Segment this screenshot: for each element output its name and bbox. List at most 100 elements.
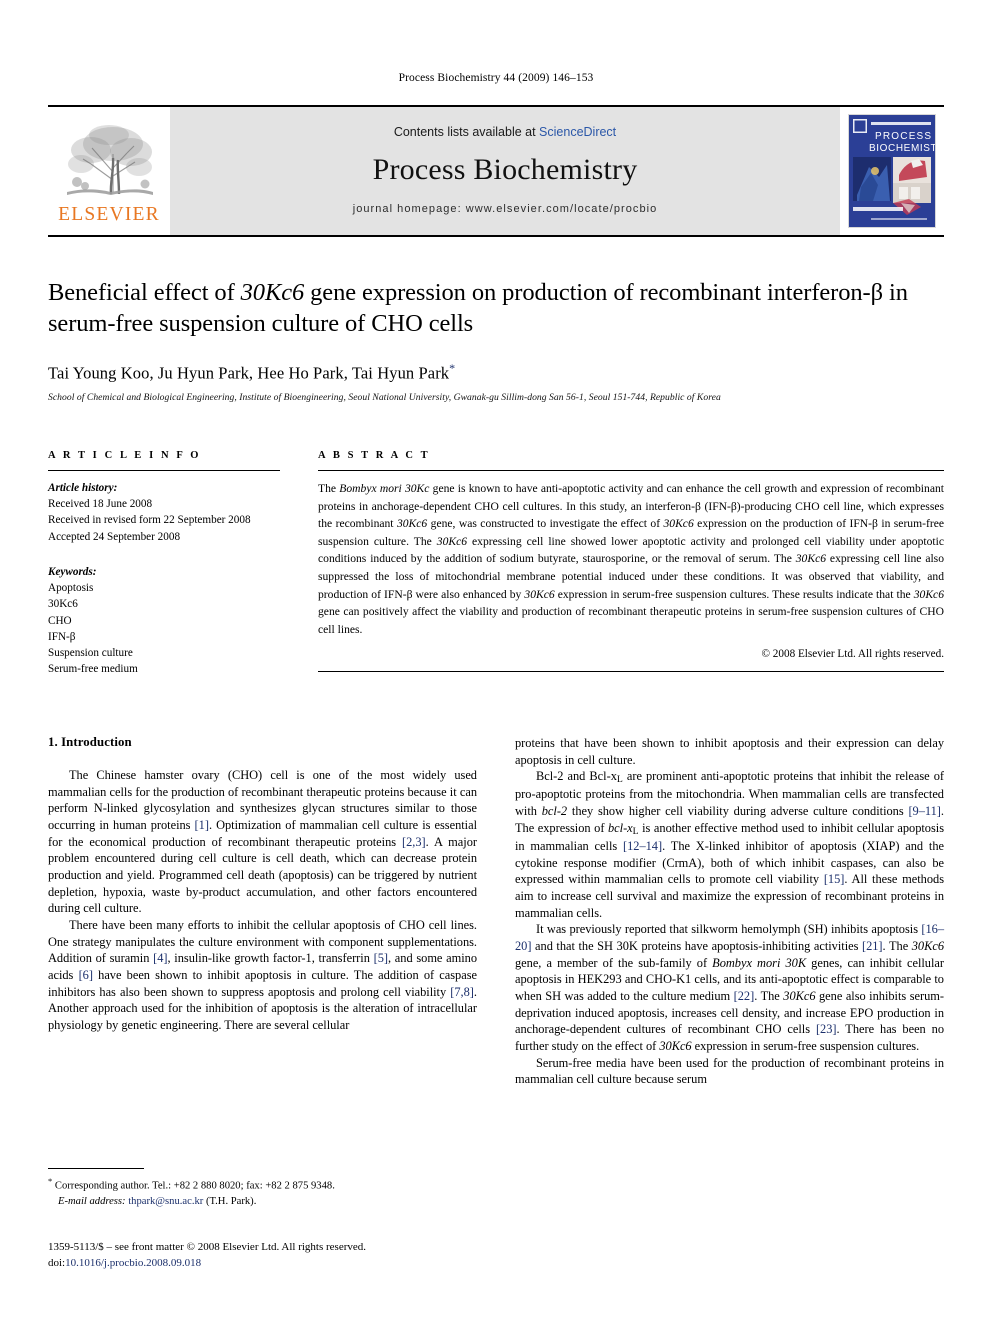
title-block: Beneficial effect of 30Kc6 gene expressi… [48, 277, 944, 403]
contents-prefix: Contents lists available at [393, 125, 540, 139]
publisher-logo: ELSEVIER [48, 107, 170, 235]
doi-label: doi: [48, 1256, 66, 1269]
text-run: . The [754, 988, 784, 1003]
corresponding-author-footnote: * Corresponding author. Tel.: +82 2 880 … [48, 1168, 477, 1209]
abstract-bottom-rule [318, 671, 944, 673]
contents-available-line: Contents lists available at ScienceDirec… [394, 125, 616, 139]
gene-italic: 30Kc6 [911, 938, 944, 953]
paragraph: It was previously reported that silkworm… [515, 921, 944, 1054]
copyright-line: © 2008 Elsevier Ltd. All rights reserved… [761, 648, 945, 661]
abstract-italic-gene: 30Kc6 [396, 517, 428, 531]
paragraph: There have been many efforts to inhibit … [48, 917, 477, 1034]
history-received: Received 18 June 2008 [48, 498, 153, 511]
keyword-item: Suspension culture [48, 647, 133, 660]
title-segment-1: Beneficial effect of [48, 279, 241, 306]
keyword-item: Apoptosis [48, 582, 94, 595]
text-run: and that the SH 30K proteins have apopto… [531, 938, 862, 953]
article-history-label: Article history: [48, 482, 118, 494]
history-revised: Received in revised form 22 September 20… [48, 514, 251, 527]
article-info-heading: A R T I C L E I N F O [48, 450, 202, 461]
keyword-item: Serum-free medium [48, 663, 138, 676]
abstract-seg: expression in serum-free suspension cult… [554, 587, 914, 601]
keywords-block: Keywords: Apoptosis 30Kc6 CHO IFN-β Susp… [48, 564, 280, 678]
abstract-italic-gene: 30Kc6 [913, 587, 944, 601]
citation-ref[interactable]: [21] [862, 939, 883, 953]
text-run: Serum-free media have been used for the … [515, 1055, 944, 1087]
body-left-column: 1. Introduction The Chinese hamster ovar… [48, 735, 477, 1088]
text-run: It was previously reported that silkworm… [536, 922, 922, 937]
footnote-divider [48, 1168, 144, 1169]
keyword-item: 30Kc6 [48, 598, 78, 611]
citation-ref[interactable]: [15] [824, 872, 845, 886]
journal-cover-thumbnail: PROCESS BIOCHEMISTRY [840, 107, 944, 235]
gene-italic: Bombyx mori 30K [712, 955, 807, 970]
email-link[interactable]: thpark@snu.ac.kr [128, 1196, 203, 1207]
journal-masthead: ELSEVIER Contents lists available at Sci… [48, 105, 944, 237]
masthead-center: Contents lists available at ScienceDirec… [170, 107, 840, 235]
running-head: Process Biochemistry 44 (2009) 146–153 [398, 72, 594, 84]
imprint-block: 1359-5113/$ – see front matter © 2008 El… [48, 1240, 548, 1272]
affiliation: School of Chemical and Biological Engine… [48, 392, 721, 404]
article-history-block: Article history: Received 18 June 2008 R… [48, 480, 280, 545]
cover-image-icon: PROCESS BIOCHEMISTRY [848, 114, 936, 228]
citation-ref[interactable]: [9–11] [908, 804, 940, 818]
paragraph: Serum-free media have been used for the … [515, 1055, 944, 1088]
abstract-heading: A B S T R A C T [318, 450, 431, 461]
keywords-label: Keywords: [48, 565, 97, 578]
citation-ref[interactable]: [23] [816, 1022, 837, 1036]
journal-homepage-line[interactable]: journal homepage: www.elsevier.com/locat… [353, 203, 658, 215]
title-italic-gene-1: 30Kc6 [240, 279, 305, 306]
text-run: , insulin-like growth factor-1, transfer… [167, 951, 374, 966]
section-heading-introduction: 1. Introduction [48, 735, 132, 749]
text-run: proteins that have been shown to inhibit… [515, 736, 944, 767]
abstract-italic-gene: 30Kc6 [795, 552, 827, 566]
email-label: E-mail address: [58, 1195, 126, 1207]
citation-ref[interactable]: [1] [195, 818, 209, 832]
paragraph: proteins that have been shown to inhibit… [515, 735, 944, 768]
abstract-italic-gene: 30Kc6 [524, 587, 555, 601]
issn-frontmatter-line: 1359-5113/$ – see front matter © 2008 El… [48, 1241, 367, 1253]
history-accepted: Accepted 24 September 2008 [48, 530, 181, 543]
abstract-seg: gene can positively affect the viability… [318, 605, 944, 636]
citation-ref[interactable]: [7,8] [450, 985, 474, 999]
abstract-text: The Bombyx mori 30Kc gene is known to ha… [318, 480, 944, 638]
abstract-italic-gene: 30Kc6 [663, 517, 694, 531]
citation-ref[interactable]: [12–14] [623, 839, 662, 853]
gene-italic: 30Kc6 [659, 1039, 692, 1053]
text-run: they show higher cell viability during a… [567, 804, 909, 819]
doi-line: doi:10.1016/j.procbio.2008.09.018 [48, 1256, 548, 1272]
citation-ref[interactable]: [22] [734, 989, 755, 1003]
text-run: have been shown to inhibit apoptosis in … [48, 968, 477, 999]
citation-ref[interactable]: [2,3] [402, 835, 426, 849]
abstract-italic-gene: 30Kc6 [436, 534, 468, 548]
citation-ref[interactable]: [5] [374, 951, 388, 965]
gene-italic: 30Kc6 [783, 988, 816, 1003]
citation-ref[interactable]: [4] [153, 951, 167, 965]
footnote-contact: * Corresponding author. Tel.: +82 2 880 … [48, 1175, 477, 1209]
elsevier-wordmark: ELSEVIER [58, 203, 160, 225]
paragraph: Bcl-2 and Bcl-xL are prominent anti-apop… [515, 768, 944, 921]
body-columns: 1. Introduction The Chinese hamster ovar… [48, 735, 944, 1088]
citation-ref[interactable]: [6] [79, 968, 93, 982]
journal-title: Process Biochemistry [372, 153, 638, 186]
body-right-column: proteins that have been shown to inhibit… [515, 735, 944, 1088]
paragraph: The Chinese hamster ovary (CHO) cell is … [48, 767, 477, 917]
keyword-item: IFN-β [48, 630, 76, 643]
svg-text:PROCESS: PROCESS [875, 131, 932, 142]
text-run: Bcl-2 and Bcl-x [536, 769, 617, 784]
gene-italic: bcl-x [608, 820, 633, 835]
text-run: . The [882, 938, 912, 953]
abstract-seg: gene, was constructed to investigate the… [427, 517, 664, 531]
abstract-rule [318, 470, 944, 471]
keyword-item: CHO [48, 614, 72, 627]
sciencedirect-link[interactable]: ScienceDirect [539, 125, 616, 139]
doi-link[interactable]: 10.1016/j.procbio.2008.09.018 [65, 1257, 201, 1269]
author-list: Tai Young Koo, Ju Hyun Park, Hee Ho Park… [48, 361, 944, 384]
abstract-seg: The [318, 482, 340, 495]
text-run: expression in serum-free suspension cult… [691, 1039, 920, 1053]
abstract-italic-species: Bombyx mori 30Kc [339, 482, 430, 495]
elsevier-tree-icon [67, 124, 153, 195]
text-run: gene, a member of the sub-family of [515, 955, 713, 970]
article-info-rule [48, 470, 280, 471]
corresponding-author-marker: * [449, 360, 456, 375]
